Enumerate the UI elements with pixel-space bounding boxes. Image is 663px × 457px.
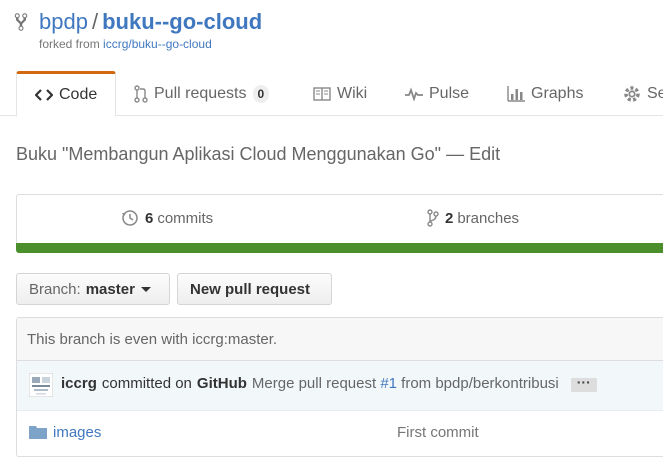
commit-platform: GitHub (196, 375, 247, 392)
commits-label: commits (157, 209, 214, 227)
repo-header: bpdp / buku--go-cloud forked from iccrg/bu… (0, 0, 663, 117)
pull-request-counter: 0 (252, 84, 270, 103)
tab-graphs[interactable]: Graphs (507, 71, 583, 116)
commits-link[interactable]: 6 commits (121, 209, 213, 227)
tab-settings-label: Se (647, 84, 663, 102)
file-navigation-box: This branch is even with iccrg:master. i… (16, 317, 663, 457)
repo-nav-tabs: Code Pull requests 0 Wiki Pulse Graphs S… (0, 71, 663, 117)
book-icon (313, 86, 331, 101)
tab-pull-requests-label: Pull requests (154, 84, 247, 102)
forked-source-link[interactable]: iccrg/buku--go-cloud (103, 37, 212, 51)
table-row: images First commit (17, 411, 663, 451)
branch-select-button[interactable]: Branch: master (16, 273, 170, 305)
forked-from: forked from iccrg/buku--go-cloud (39, 37, 212, 51)
path-separator: / (91, 9, 99, 34)
tab-code-label: Code (59, 86, 98, 103)
history-icon (122, 210, 138, 226)
expand-commit-message-button[interactable]: ··· (570, 375, 597, 392)
caret-down-icon (140, 286, 151, 292)
branch-status: This branch is even with iccrg:master. (17, 318, 663, 361)
tab-pulse[interactable]: Pulse (405, 71, 469, 116)
description-dash: — (446, 144, 465, 164)
branches-link[interactable]: 2 branches (427, 209, 519, 227)
branch-label: Branch: (29, 280, 81, 298)
pulse-icon (405, 86, 423, 101)
branches-count: 2 (445, 209, 454, 227)
tab-graphs-label: Graphs (531, 84, 584, 102)
commit-message-prefix: Merge pull request (251, 375, 377, 392)
avatar[interactable] (29, 373, 53, 397)
description-text: Buku "Membangun Aplikasi Cloud Menggunak… (16, 144, 442, 164)
file-name-link[interactable]: images (53, 424, 101, 441)
language-bar (16, 243, 663, 253)
tab-wiki[interactable]: Wiki (313, 71, 367, 116)
new-pull-request-button[interactable]: New pull request (177, 273, 332, 305)
commit-message-suffix: from bpdp/berkontribusi (401, 375, 559, 392)
folder-icon (29, 426, 47, 439)
tab-wiki-label: Wiki (337, 84, 368, 102)
repo-description: Buku "Membangun Aplikasi Cloud Menggunak… (16, 144, 500, 165)
gear-icon (624, 85, 640, 102)
commits-count: 6 (145, 209, 154, 227)
commit-message[interactable]: Merge pull request #1 from bpdp/berkontr… (252, 375, 559, 392)
graph-icon (507, 85, 525, 102)
commit-author[interactable]: iccrg (61, 375, 97, 392)
commit-action: committed on (101, 375, 192, 392)
repo-forked-icon (14, 13, 28, 31)
branches-label: branches (457, 209, 520, 227)
pull-request-icon (134, 84, 148, 103)
tab-pulse-label: Pulse (429, 84, 470, 102)
edit-description-link[interactable]: Edit (469, 144, 500, 164)
tab-settings[interactable]: Se (623, 71, 663, 116)
file-commit-message[interactable]: First commit (397, 424, 479, 441)
forked-prefix: forked from (39, 37, 100, 51)
branch-icon (427, 209, 439, 227)
tab-pull-requests[interactable]: Pull requests 0 (134, 71, 270, 116)
branch-name: master (85, 280, 135, 298)
repo-title: bpdp / buku--go-cloud (39, 8, 262, 36)
commit-pr-link[interactable]: #1 (380, 375, 397, 392)
numbers-summary: 6 commits 2 branches (16, 194, 663, 244)
tab-code[interactable]: Code (16, 71, 116, 117)
code-icon (35, 89, 53, 101)
repo-link[interactable]: buku--go-cloud (102, 9, 262, 34)
latest-commit: iccrg committed on GitHub Merge pull req… (17, 361, 663, 411)
owner-link[interactable]: bpdp (39, 9, 88, 34)
